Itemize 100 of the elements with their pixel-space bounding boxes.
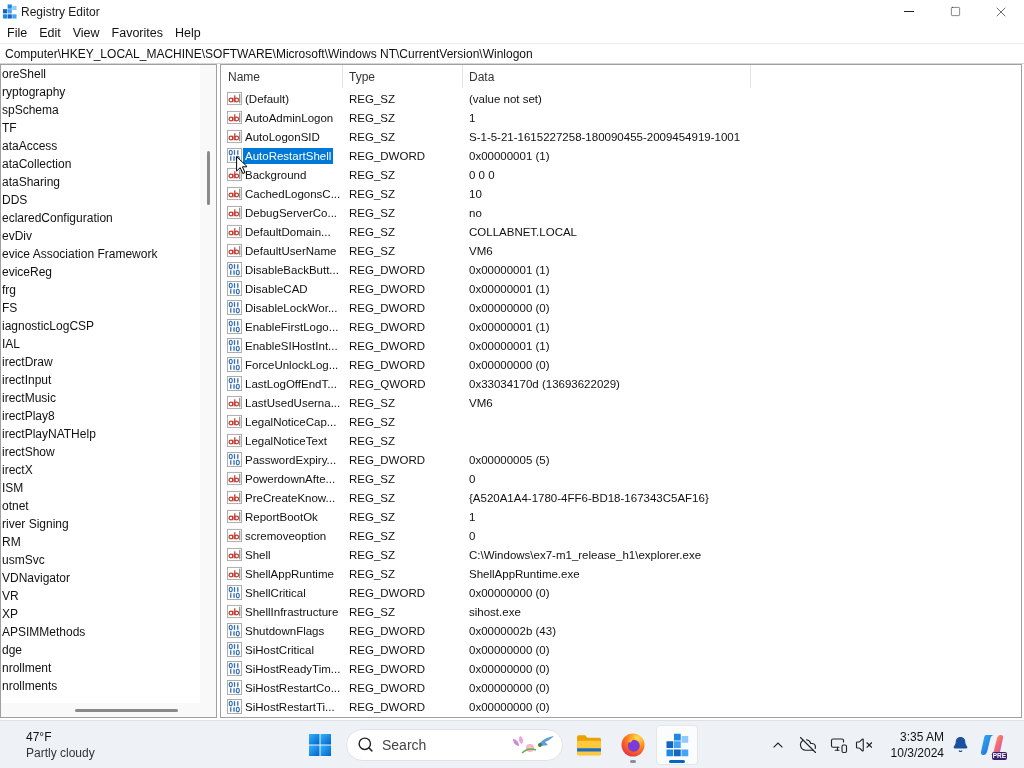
value-name[interactable]: DisableLockWor... [243, 299, 340, 316]
value-data: S-1-5-21-1615227258-180090455-2009454919-1001 [468, 130, 741, 143]
value-name[interactable]: (Default) [243, 90, 292, 107]
column-header[interactable]: Type [343, 65, 463, 88]
value-name[interactable]: DebugServerCo... [243, 204, 340, 221]
volume-muted-icon[interactable] [855, 735, 873, 754]
tree-item[interactable]: frg [1, 281, 200, 299]
tree-item[interactable]: VR [1, 587, 200, 605]
tree-item[interactable]: irectInput [1, 371, 200, 389]
tree-item[interactable]: evice Association Framework [1, 245, 200, 263]
value-name[interactable]: PasswordExpiry... [243, 451, 339, 468]
value-name[interactable]: DisableCAD [243, 280, 310, 297]
tree-item[interactable]: evDiv [1, 227, 200, 245]
value-name[interactable]: LastUsedUserna... [243, 394, 343, 411]
tree-item[interactable]: ryptography [1, 83, 200, 101]
value-name[interactable]: DisableBackButt... [243, 261, 341, 278]
vertical-scrollbar[interactable] [200, 65, 216, 703]
tree-item[interactable]: river Signing [1, 515, 200, 533]
value-type: REG_SZ [348, 415, 396, 428]
tree-item[interactable]: RM [1, 533, 200, 551]
value-name[interactable]: Background [243, 166, 309, 183]
tree-item[interactable]: irectMusic [1, 389, 200, 407]
tree-item[interactable]: TF [1, 119, 200, 137]
tree-item[interactable]: nrollment [1, 659, 200, 677]
tree-item[interactable]: APSIMMethods [1, 623, 200, 641]
value-name[interactable]: SiHostReadyTim... [243, 660, 343, 677]
tree-item[interactable]: XP [1, 605, 200, 623]
tree-item[interactable]: ataSharing [1, 173, 200, 191]
value-name[interactable]: AutoLogonSID [243, 128, 322, 145]
clock-date[interactable]: 10/3/2024 [890, 744, 944, 761]
menu-item[interactable]: Help [169, 24, 207, 42]
clock-time[interactable]: 3:35 AM [899, 728, 944, 745]
tree-item[interactable]: ISM [1, 479, 200, 497]
tree-item[interactable]: eviceReg [1, 263, 200, 281]
text-value-icon [227, 395, 242, 410]
column-header[interactable]: Name [221, 65, 343, 88]
tree-item[interactable]: iagnosticLogCSP [1, 317, 200, 335]
tree-item[interactable]: VDNavigator [1, 569, 200, 587]
menu-item[interactable]: Edit [33, 24, 67, 42]
value-name[interactable]: AutoAdminLogon [243, 109, 336, 126]
tree-item[interactable]: IAL [1, 335, 200, 353]
value-name[interactable]: SiHostRestartCo... [243, 679, 343, 696]
tree-item[interactable]: ataAccess [1, 137, 200, 155]
value-name[interactable]: CachedLogonsC... [243, 185, 343, 202]
tree-item[interactable]: ataCollection [1, 155, 200, 173]
binary-value-icon [227, 148, 242, 163]
value-data: 1 [468, 111, 476, 124]
tree-item[interactable]: oreShell [1, 65, 200, 83]
tree-item[interactable]: DDS [1, 191, 200, 209]
horizontal-scrollbar[interactable] [1, 703, 216, 717]
minimize-icon [904, 11, 914, 12]
taskbar-button[interactable] [656, 724, 698, 765]
value-name[interactable]: LegalNoticeCap... [243, 413, 339, 430]
tree-item[interactable]: usmSvc [1, 551, 200, 569]
menu-item[interactable]: View [66, 24, 106, 42]
value-name[interactable]: ShellInfrastructure [243, 603, 341, 620]
menu-item[interactable]: Favorites [105, 24, 169, 42]
column-header[interactable]: Data [463, 65, 751, 88]
value-name[interactable]: scremoveoption [243, 527, 329, 544]
search-button[interactable]: Search [346, 728, 563, 761]
value-data: COLLABNET.LOCAL [468, 225, 577, 238]
value-name[interactable]: PowerdownAfte... [243, 470, 338, 487]
tree-item[interactable]: dge [1, 641, 200, 659]
value-name[interactable]: ForceUnlockLog... [243, 356, 341, 373]
tree-item[interactable]: irectPlayNATHelp [1, 425, 200, 443]
tree-item[interactable]: eclaredConfiguration [1, 209, 200, 227]
value-data: 0x00000000 (0) [468, 681, 550, 694]
value-name[interactable]: LastLogOffEndT... [243, 375, 339, 392]
tree-item[interactable]: FS [1, 299, 200, 317]
value-name[interactable]: ReportBootOk [243, 508, 320, 525]
value-name[interactable]: DefaultDomain... [243, 223, 333, 240]
text-value-icon [227, 243, 242, 258]
value-name[interactable]: Shell [243, 546, 273, 563]
scrollbar-thumb[interactable] [75, 708, 178, 712]
tree-item[interactable]: otnet [1, 497, 200, 515]
value-name[interactable]: AutoRestartShell [243, 147, 334, 164]
value-type: REG_DWORD [348, 339, 427, 352]
value-name[interactable]: ShellCritical [243, 584, 308, 601]
app-logo-icon[interactable] [980, 732, 1004, 757]
value-name[interactable]: LegalNoticeText [243, 432, 329, 449]
tree-item[interactable]: irectDraw [1, 353, 200, 371]
value-name[interactable]: DefaultUserName [243, 242, 339, 259]
value-name[interactable]: SiHostCritical [243, 641, 316, 658]
tree-item[interactable]: irectX [1, 461, 200, 479]
value-name[interactable]: ShutdownFlags [243, 622, 327, 639]
tree-item[interactable]: irectShow [1, 443, 200, 461]
menu-item[interactable]: File [1, 24, 34, 42]
notification-bell-icon[interactable] [952, 736, 969, 753]
tree-item[interactable]: spSchema [1, 101, 200, 119]
tree-item[interactable]: irectPlay8 [1, 407, 200, 425]
tree-item[interactable]: nrollments [1, 677, 200, 695]
value-name[interactable]: EnableSIHostInt... [243, 337, 340, 354]
value-name[interactable]: PreCreateKnow... [243, 489, 338, 506]
value-name[interactable]: SiHostRestartTi... [243, 698, 337, 715]
value-name[interactable]: ShellAppRuntime [243, 565, 336, 582]
scrollbar-thumb[interactable] [206, 151, 210, 205]
value-name[interactable]: EnableFirstLogo... [243, 318, 341, 335]
cloud-off-icon[interactable] [799, 735, 817, 754]
address-bar[interactable]: Computer\HKEY_LOCAL_MACHINE\SOFTWARE\Microsoft\Windows NT\CurrentVersion\Winlogon [0, 43, 1024, 64]
monitor-icon[interactable] [830, 735, 848, 754]
